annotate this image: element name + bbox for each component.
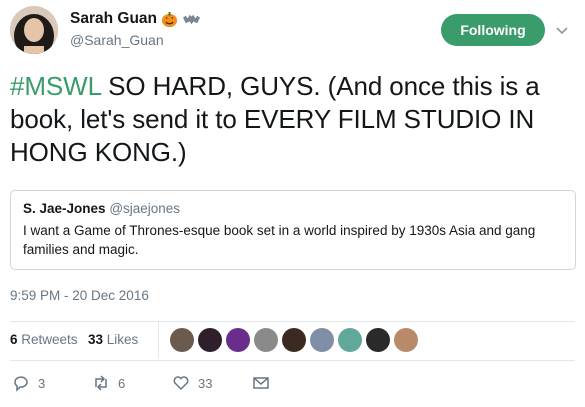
display-name[interactable]: Sarah Guan [70,10,157,28]
user-handle[interactable]: @Sarah_Guan [70,32,201,48]
reply-icon [14,376,28,392]
hashtag-link[interactable]: #MSWL [10,71,101,101]
reply-count: 3 [38,375,46,391]
divider [10,360,575,361]
liker-avatar[interactable] [366,328,390,352]
likes-stat[interactable]: 33 Likes [88,332,138,347]
tweet-text: #MSWL SO HARD, GUYS. (And once this is a… [10,70,570,169]
following-button[interactable]: Following [441,14,545,46]
like-button[interactable]: 33 [172,374,212,392]
quoted-name: S. Jae-Jones [23,201,106,216]
retweets-stat[interactable]: 6 Retweets [10,332,78,347]
liker-avatar[interactable] [310,328,334,352]
liker-avatar[interactable] [226,328,250,352]
tweet-header: Sarah Guan @Sarah_Guan Following [10,6,575,58]
like-count: 33 [198,375,213,391]
bat-icon [183,14,200,24]
quoted-tweet[interactable]: S. Jae-Jones @sjaejones I want a Game of… [10,190,576,270]
liker-avatar[interactable] [198,328,222,352]
tweet-stats: 6 Retweets 33 Likes [10,322,575,358]
quoted-handle: @sjaejones [109,201,181,216]
liker-avatars [170,328,418,352]
liker-avatar[interactable] [254,328,278,352]
chevron-down-icon[interactable] [555,24,569,38]
retweet-icon [95,375,107,391]
liker-avatar[interactable] [170,328,194,352]
liker-avatar[interactable] [394,328,418,352]
pumpkin-icon [161,11,178,27]
heart-icon [173,376,189,391]
reply-button[interactable]: 3 [12,374,45,392]
avatar[interactable] [10,6,58,54]
timestamp[interactable]: 9:59 PM - 20 Dec 2016 [10,288,149,303]
liker-avatar[interactable] [282,328,306,352]
retweet-button[interactable]: 6 [92,374,125,392]
stats-separator [158,322,159,358]
direct-message-button[interactable] [252,374,270,392]
user-names: Sarah Guan @Sarah_Guan [70,10,201,48]
tweet-actions: 3 6 33 [10,374,310,398]
liker-avatar[interactable] [338,328,362,352]
envelope-icon [253,377,269,389]
quoted-text: I want a Game of Thrones-esque book set … [23,223,536,257]
retweet-count: 6 [118,375,126,391]
